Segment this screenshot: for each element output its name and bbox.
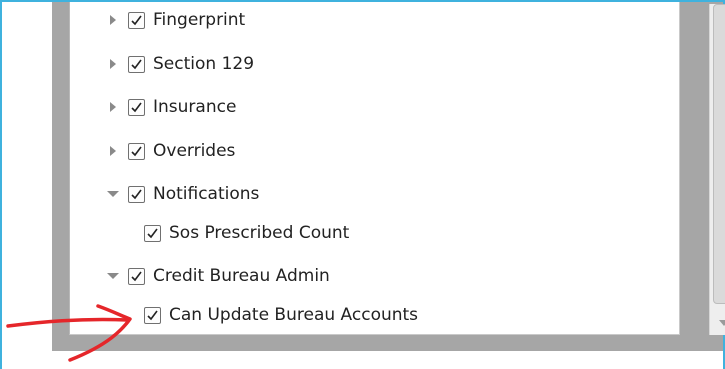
checkbox-sos-prescribed-count[interactable] bbox=[144, 224, 161, 242]
checkmark-icon bbox=[147, 310, 158, 320]
tree-item-section-129[interactable]: Section 129 bbox=[106, 51, 254, 77]
expand-arrow-icon[interactable] bbox=[106, 144, 120, 158]
tree-item-label: Can Update Bureau Accounts bbox=[169, 305, 419, 325]
checkbox-fingerprint[interactable] bbox=[128, 11, 145, 29]
tree-item-label: Sos Prescribed Count bbox=[169, 223, 350, 243]
tree-item-sos-prescribed-count[interactable]: Sos Prescribed Count bbox=[144, 220, 349, 246]
tree-item-credit-bureau-admin[interactable]: Credit Bureau Admin bbox=[106, 263, 330, 289]
scrollbar-thumb[interactable] bbox=[713, 4, 725, 304]
collapse-arrow-icon[interactable] bbox=[106, 269, 120, 283]
expand-arrow-icon[interactable] bbox=[106, 100, 120, 114]
checkmark-icon bbox=[131, 189, 142, 199]
vertical-scrollbar[interactable] bbox=[709, 4, 725, 335]
tree-item-label: Overrides bbox=[153, 141, 236, 161]
checkmark-icon bbox=[131, 59, 142, 69]
checkbox-overrides[interactable] bbox=[128, 142, 145, 160]
tree-item-notifications[interactable]: Notifications bbox=[106, 181, 259, 207]
checkmark-icon bbox=[147, 228, 158, 238]
checkmark-icon bbox=[131, 15, 142, 25]
checkmark-icon bbox=[131, 146, 142, 156]
checkmark-icon bbox=[131, 102, 142, 112]
tree-item-insurance[interactable]: Insurance bbox=[106, 94, 236, 120]
collapse-arrow-icon[interactable] bbox=[106, 187, 120, 201]
tree-item-fingerprint[interactable]: Fingerprint bbox=[106, 7, 245, 33]
checkbox-can-update-bureau-accounts[interactable] bbox=[144, 306, 161, 324]
permissions-tree: Fingerprint Section 129 Insurance Overri… bbox=[70, 2, 679, 334]
tree-item-label: Insurance bbox=[153, 97, 237, 117]
checkbox-insurance[interactable] bbox=[128, 98, 145, 116]
scroll-down-arrow-icon[interactable] bbox=[710, 311, 725, 335]
checkbox-credit-bureau-admin[interactable] bbox=[128, 267, 145, 285]
tree-item-label: Notifications bbox=[153, 184, 260, 204]
checkbox-notifications[interactable] bbox=[128, 185, 145, 203]
checkmark-icon bbox=[131, 271, 142, 281]
checkbox-section-129[interactable] bbox=[128, 55, 145, 73]
tree-item-overrides[interactable]: Overrides bbox=[106, 138, 235, 164]
tree-item-can-update-bureau-accounts[interactable]: Can Update Bureau Accounts bbox=[144, 302, 418, 328]
expand-arrow-icon[interactable] bbox=[106, 57, 120, 71]
permissions-panel: Fingerprint Section 129 Insurance Overri… bbox=[69, 2, 725, 335]
tree-item-label: Credit Bureau Admin bbox=[153, 266, 330, 286]
tree-item-label: Fingerprint bbox=[153, 10, 246, 30]
tree-item-label: Section 129 bbox=[153, 54, 255, 74]
expand-arrow-icon[interactable] bbox=[106, 13, 120, 27]
